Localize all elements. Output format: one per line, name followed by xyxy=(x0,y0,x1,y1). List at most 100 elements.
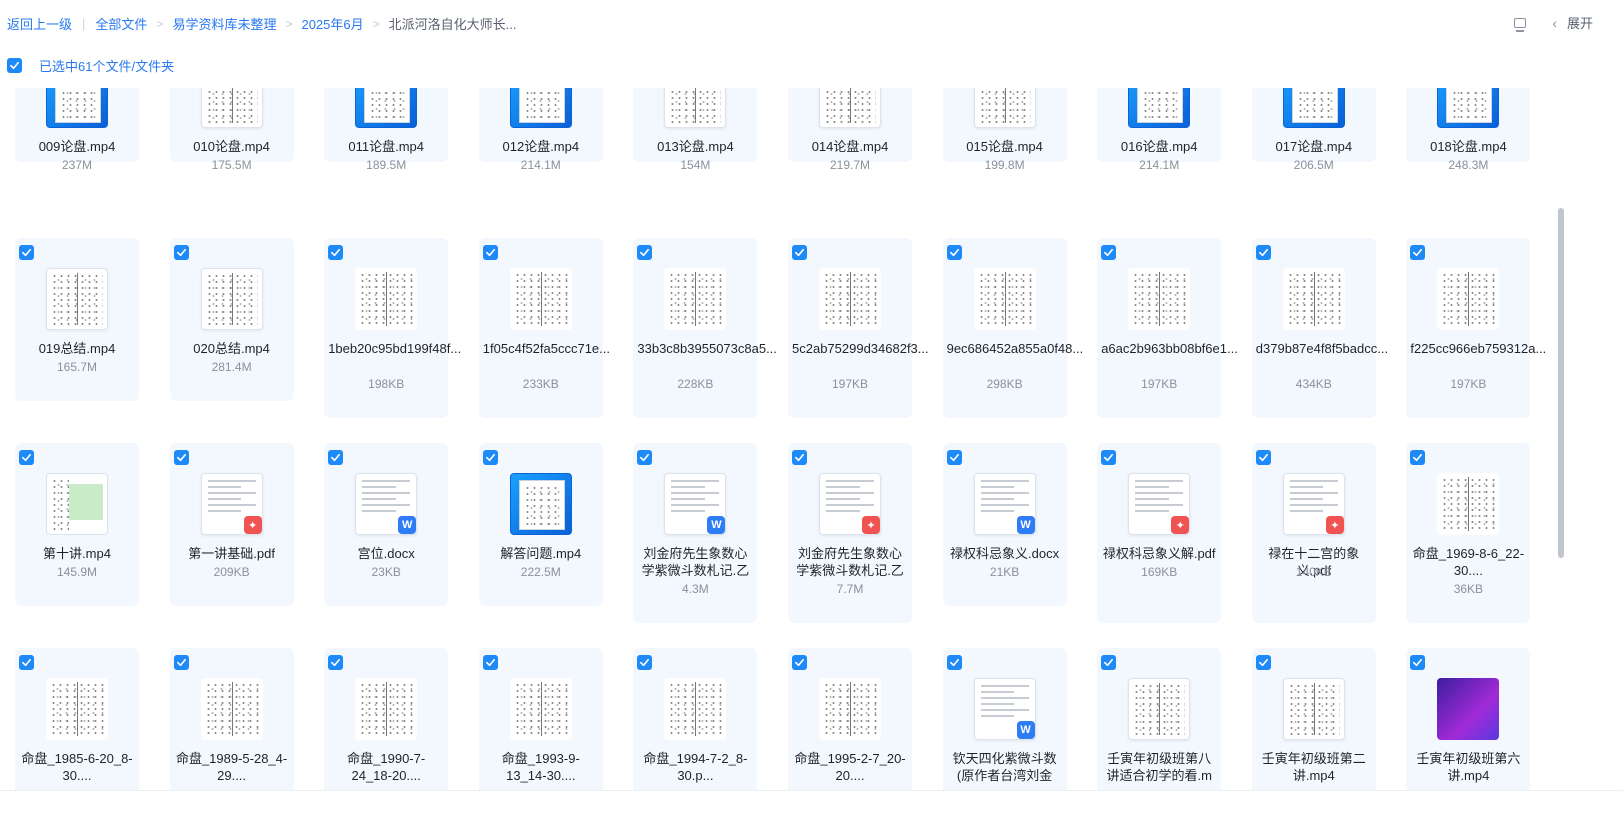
file-card[interactable]: 013论盘.mp4 154M xyxy=(633,88,758,172)
file-card[interactable]: 019总结.mp4 165.7M xyxy=(15,238,139,401)
file-checkbox[interactable] xyxy=(173,655,189,670)
image-thumbnail xyxy=(1282,268,1345,330)
file-card[interactable]: 010论盘.mp4 175.5M xyxy=(169,88,294,172)
breadcrumb-current: 北派河洛自化大师长... xyxy=(388,17,517,32)
file-card[interactable]: ✦ 禄权科忌象义解.pdf 169KB xyxy=(1097,443,1222,623)
chevron-left-icon[interactable]: ‹ xyxy=(1552,15,1557,31)
file-card[interactable]: W 宫位.docx 23KB xyxy=(324,443,449,606)
image-thumbnail xyxy=(200,678,263,740)
file-card[interactable]: d379b87e4f8f5badcc... 434KB xyxy=(1251,238,1388,418)
expand-button[interactable]: 展开 xyxy=(1567,13,1593,32)
file-checkbox[interactable] xyxy=(1410,245,1426,260)
file-card[interactable]: 9ec686452a855a0f48... 298KB xyxy=(942,238,1083,418)
file-checkbox[interactable] xyxy=(1255,655,1271,670)
file-card[interactable]: 017论盘.mp4 206.5M xyxy=(1251,88,1376,172)
file-size: 298KB xyxy=(986,377,1023,391)
back-link[interactable]: 返回上一级 xyxy=(7,14,72,33)
file-card[interactable]: W 刘金府先生象数心学紫微斗数札记.乙 4.3M xyxy=(633,443,758,623)
breadcrumb-month[interactable]: 2025年6月 xyxy=(301,14,363,33)
file-checkbox[interactable] xyxy=(792,655,807,670)
file-card[interactable]: ✦ 禄在十二宫的象义.pdf 140KB xyxy=(1251,443,1376,623)
file-checkbox[interactable] xyxy=(482,245,498,260)
image-thumbnail xyxy=(509,268,572,330)
file-checkbox[interactable] xyxy=(946,450,962,465)
pdf-thumbnail: ✦ xyxy=(1128,473,1191,535)
breadcrumb-library[interactable]: 易学资料库未整理 xyxy=(172,14,276,33)
file-name: a6ac2b963bb08bf6e1... xyxy=(1101,341,1238,356)
file-card[interactable]: 015论盘.mp4 199.8M xyxy=(942,88,1067,172)
file-checkbox[interactable] xyxy=(946,655,962,670)
file-size: 175.5M xyxy=(211,158,252,172)
file-checkbox[interactable] xyxy=(637,245,653,260)
file-checkbox[interactable] xyxy=(792,450,807,465)
file-checkbox[interactable] xyxy=(1410,450,1426,465)
file-card[interactable]: 016论盘.mp4 214.1M xyxy=(1097,88,1222,172)
breadcrumb-all-files[interactable]: 全部文件 xyxy=(95,14,147,33)
file-card[interactable]: 第十讲.mp4 145.9M xyxy=(15,443,139,606)
file-checkbox[interactable] xyxy=(1101,450,1117,465)
chevron-right-icon: > xyxy=(156,16,164,31)
scrollbar[interactable] xyxy=(1558,208,1564,558)
image-thumbnail xyxy=(973,268,1036,330)
file-checkbox[interactable] xyxy=(19,245,34,260)
file-name: 壬寅年初级班第八讲适合初学的看.m xyxy=(1106,751,1212,783)
file-checkbox[interactable] xyxy=(328,245,344,260)
file-card[interactable]: 020总结.mp4 281.4M xyxy=(169,238,294,401)
file-checkbox[interactable] xyxy=(1255,450,1271,465)
file-size: 154M xyxy=(680,158,711,172)
file-card[interactable]: 009论盘.mp4 237M xyxy=(15,88,139,172)
file-name: 命盘_1993-9-13_14-30.... xyxy=(501,751,580,783)
file-checkbox[interactable] xyxy=(637,655,653,670)
file-checkbox[interactable] xyxy=(482,655,498,670)
file-checkbox[interactable] xyxy=(173,245,189,260)
file-card[interactable]: a6ac2b963bb08bf6e1... 197KB xyxy=(1097,238,1238,418)
file-checkbox[interactable] xyxy=(328,655,344,670)
file-size: 206.5M xyxy=(1293,158,1334,172)
file-size: 434KB xyxy=(1295,377,1332,391)
file-card[interactable]: 014论盘.mp4 219.7M xyxy=(788,88,912,172)
file-card[interactable]: 1f05c4f52fa5ccc71e... 233KB xyxy=(478,238,610,418)
file-checkbox[interactable] xyxy=(1101,245,1117,260)
video-thumbnail xyxy=(1282,88,1345,128)
pdf-icon: ✦ xyxy=(1325,516,1344,534)
file-size: 237M xyxy=(61,158,93,172)
file-name: 020总结.mp4 xyxy=(193,341,270,356)
file-size: 7.7M xyxy=(836,582,864,596)
file-card[interactable]: 33b3c8b3955073c8a5... 228KB xyxy=(633,238,777,418)
file-name: 命盘_1985-6-20_8-30.... xyxy=(21,751,133,783)
file-checkbox[interactable] xyxy=(19,450,34,465)
file-checkbox[interactable] xyxy=(328,450,344,465)
file-card[interactable]: 018论盘.mp4 248.3M xyxy=(1406,88,1531,172)
file-checkbox[interactable] xyxy=(482,450,498,465)
file-size: 214.1M xyxy=(520,158,561,172)
file-card[interactable]: ✦ 第一讲基础.pdf 209KB xyxy=(169,443,294,606)
file-size: 281.4M xyxy=(211,360,252,374)
pdf-icon: ✦ xyxy=(1171,516,1190,534)
file-card[interactable]: 命盘_1969-8-6_22-30.... 36KB xyxy=(1406,443,1531,623)
file-name: 命盘_1969-8-6_22-30.... xyxy=(1412,546,1525,578)
file-card[interactable]: 011论盘.mp4 189.5M xyxy=(324,88,449,172)
file-checkbox[interactable] xyxy=(173,450,189,465)
file-card[interactable]: ✦ 刘金府先生象数心学紫微斗数札记.乙 7.7M xyxy=(788,443,912,623)
word-thumbnail: W xyxy=(973,473,1036,535)
file-card[interactable]: 1beb20c95bd199f48f... 198KB xyxy=(324,238,461,418)
file-checkbox[interactable] xyxy=(637,450,653,465)
video-thumbnail xyxy=(509,473,572,535)
file-card[interactable]: f225cc966eb759312a... 197KB xyxy=(1406,238,1546,418)
file-card[interactable]: 解答问题.mp4 222.5M xyxy=(478,443,603,606)
pdf-thumbnail: ✦ xyxy=(200,473,263,535)
file-checkbox[interactable] xyxy=(792,245,807,260)
monitor-icon[interactable] xyxy=(1514,17,1527,32)
file-card[interactable]: W 禄权科忌象义.docx 21KB xyxy=(942,443,1067,606)
file-checkbox[interactable] xyxy=(1410,655,1426,670)
file-checkbox[interactable] xyxy=(946,245,962,260)
file-card[interactable]: 5c2ab75299d34682f3... 197KB xyxy=(788,238,929,418)
file-checkbox[interactable] xyxy=(1255,245,1271,260)
file-name: 命盘_1994-7-2_8-30.p... xyxy=(643,751,748,783)
file-size: 140KB xyxy=(1295,565,1332,579)
file-checkbox[interactable] xyxy=(1101,655,1117,670)
select-all-checkbox[interactable] xyxy=(7,58,22,73)
file-checkbox[interactable] xyxy=(19,655,34,670)
view-tools: ‹ 展开 xyxy=(1514,13,1593,32)
file-card[interactable]: 012论盘.mp4 214.1M xyxy=(478,88,603,172)
